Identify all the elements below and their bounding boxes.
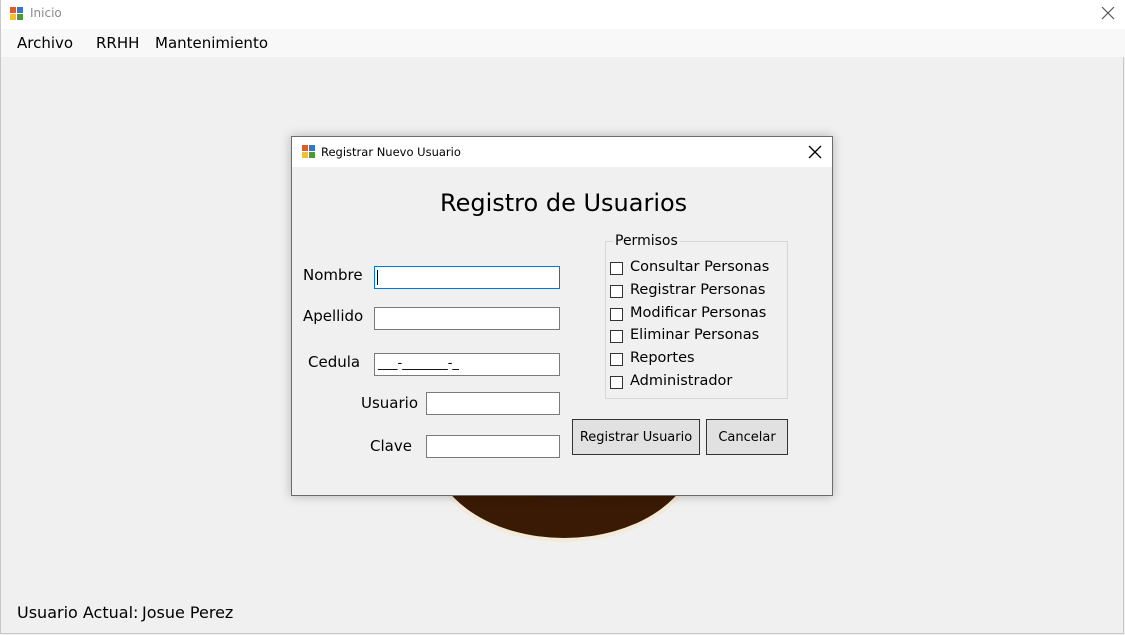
clave-input[interactable] xyxy=(426,435,560,458)
checkbox-box[interactable] xyxy=(610,285,623,298)
checkbox-box[interactable] xyxy=(610,353,623,366)
usuario-label: Usuario xyxy=(361,394,419,412)
checkbox-box[interactable] xyxy=(610,262,623,275)
window-title: Inicio xyxy=(30,6,62,20)
menu-bar: Archivo RRHH Mantenimiento xyxy=(1,29,1125,57)
cancel-button[interactable]: Cancelar xyxy=(706,419,788,455)
windows-form-icon xyxy=(10,7,23,20)
status-label: Usuario Actual: xyxy=(17,603,139,622)
text-caret xyxy=(377,270,378,285)
checkbox-label[interactable]: Eliminar Personas xyxy=(630,327,759,343)
checkbox-box[interactable] xyxy=(610,376,623,389)
cedula-masked-input[interactable]: ___-_______-_ xyxy=(374,353,560,376)
permisos-title: Permisos xyxy=(613,233,680,249)
windows-form-icon xyxy=(302,145,315,158)
current-user-name: Josue Perez xyxy=(142,603,234,622)
menu-mantenimiento[interactable]: Mantenimiento xyxy=(155,34,268,52)
register-user-button[interactable]: Registrar Usuario xyxy=(572,419,700,455)
menu-rrhh[interactable]: RRHH xyxy=(96,34,139,52)
close-icon[interactable] xyxy=(1099,4,1117,22)
checkbox-label[interactable]: Registrar Personas xyxy=(630,282,765,298)
form-heading: Registro de Usuarios xyxy=(440,189,688,217)
close-icon[interactable] xyxy=(806,143,824,161)
checkbox-label[interactable]: Administrador xyxy=(630,373,732,389)
checkbox-label[interactable]: Consultar Personas xyxy=(630,259,769,275)
clave-label: Clave xyxy=(370,437,412,455)
nombre-input[interactable] xyxy=(374,266,560,289)
usuario-input[interactable] xyxy=(426,392,560,415)
menu-archivo[interactable]: Archivo xyxy=(17,34,73,52)
nombre-label: Nombre xyxy=(303,266,363,284)
apellido-input[interactable] xyxy=(374,307,560,330)
checkbox-box[interactable] xyxy=(610,308,623,321)
title-bar: Inicio xyxy=(1,0,1125,29)
cedula-mask: ___-_______-_ xyxy=(378,356,459,371)
dialog-title: Registrar Nuevo Usuario xyxy=(321,145,461,159)
cedula-label: Cedula xyxy=(308,353,361,371)
checkbox-label[interactable]: Modificar Personas xyxy=(630,305,766,321)
checkbox-box[interactable] xyxy=(610,330,623,343)
register-user-dialog: Registrar Nuevo Usuario Registro de Usua… xyxy=(291,136,833,496)
apellido-label: Apellido xyxy=(303,307,364,325)
dialog-title-bar: Registrar Nuevo Usuario xyxy=(292,137,832,167)
checkbox-label[interactable]: Reportes xyxy=(630,350,695,366)
